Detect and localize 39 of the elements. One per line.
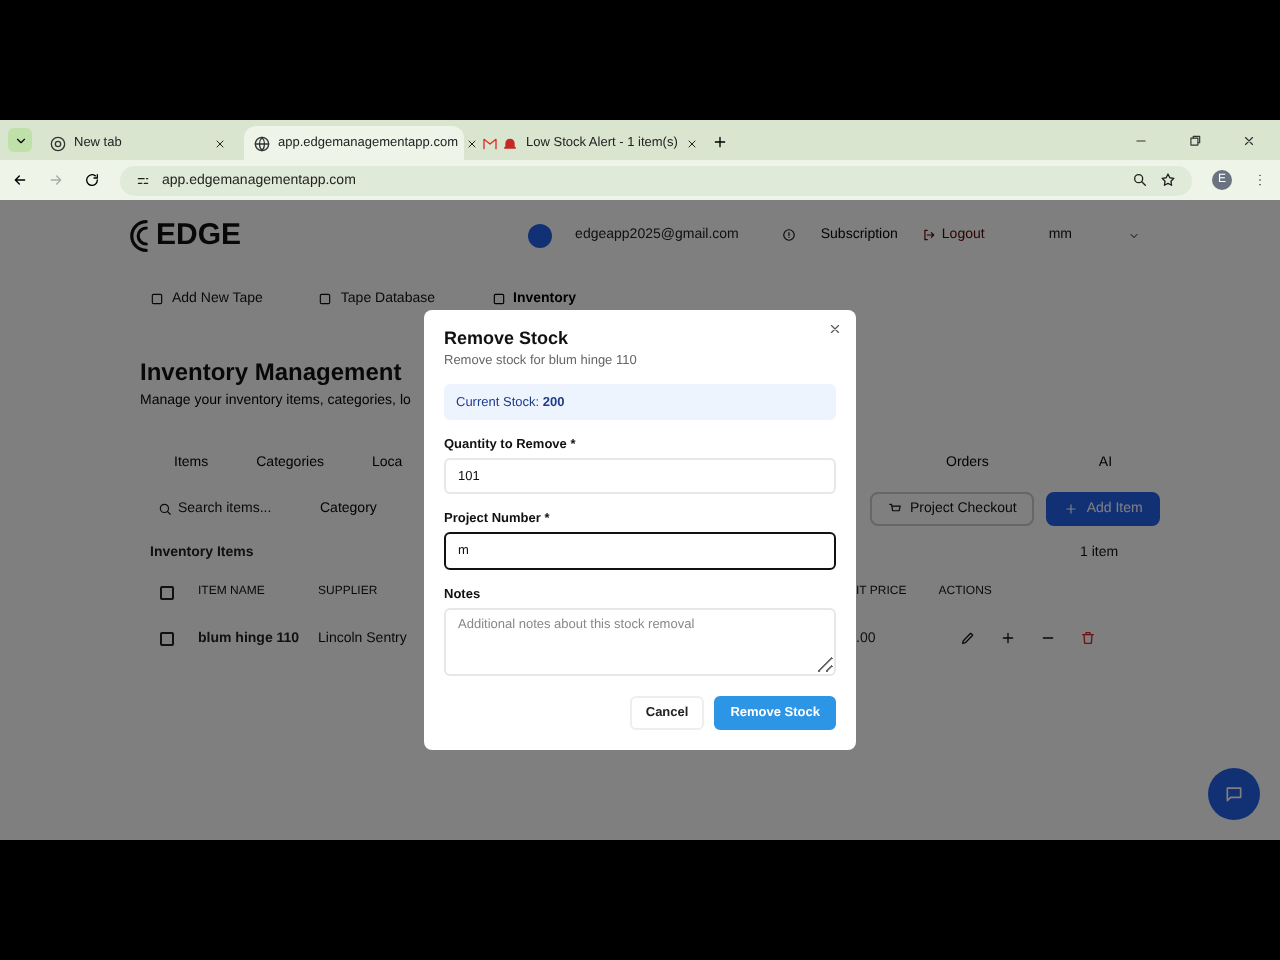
close-icon	[214, 137, 226, 149]
logout-icon	[921, 228, 936, 242]
brand-logo: EDGE	[130, 218, 242, 252]
user-avatar	[527, 223, 552, 247]
restore-icon	[1188, 133, 1202, 147]
chevron-down-icon	[13, 133, 27, 147]
page-title: Inventory Management	[140, 358, 402, 386]
row-checkbox[interactable]	[160, 631, 174, 645]
zoom-icon	[1132, 172, 1148, 188]
close-icon	[1242, 133, 1256, 147]
plus-icon	[1000, 630, 1016, 646]
back-icon	[12, 172, 28, 188]
logo-icon	[130, 219, 148, 251]
close-icon	[685, 137, 698, 149]
globe-icon	[254, 135, 270, 151]
site-info-icon	[136, 173, 150, 187]
plus-icon	[712, 134, 728, 150]
dialog-title: Remove Stock	[444, 328, 571, 348]
search-icon	[158, 501, 172, 515]
mail-logo-icon	[482, 135, 498, 151]
trash-icon	[1080, 630, 1096, 646]
chat-button[interactable]	[1208, 768, 1260, 820]
close-icon	[465, 137, 478, 149]
select-all-checkbox[interactable]	[160, 585, 174, 599]
close-icon	[828, 322, 842, 336]
chat-icon	[1224, 784, 1244, 804]
bell-icon	[502, 135, 518, 151]
chevron-down-icon	[1128, 229, 1140, 241]
cart-icon	[888, 501, 902, 515]
help-icon	[782, 228, 797, 242]
nav-item-icon	[150, 291, 164, 305]
browser-logo-icon	[50, 135, 66, 151]
star-icon	[1160, 172, 1176, 188]
nav-item-icon	[491, 291, 505, 305]
plus-icon	[1064, 501, 1079, 515]
reload-icon	[84, 172, 100, 188]
nav-item-icon	[318, 291, 333, 305]
edit-icon	[960, 630, 976, 646]
tab-list-button[interactable]	[8, 128, 32, 152]
